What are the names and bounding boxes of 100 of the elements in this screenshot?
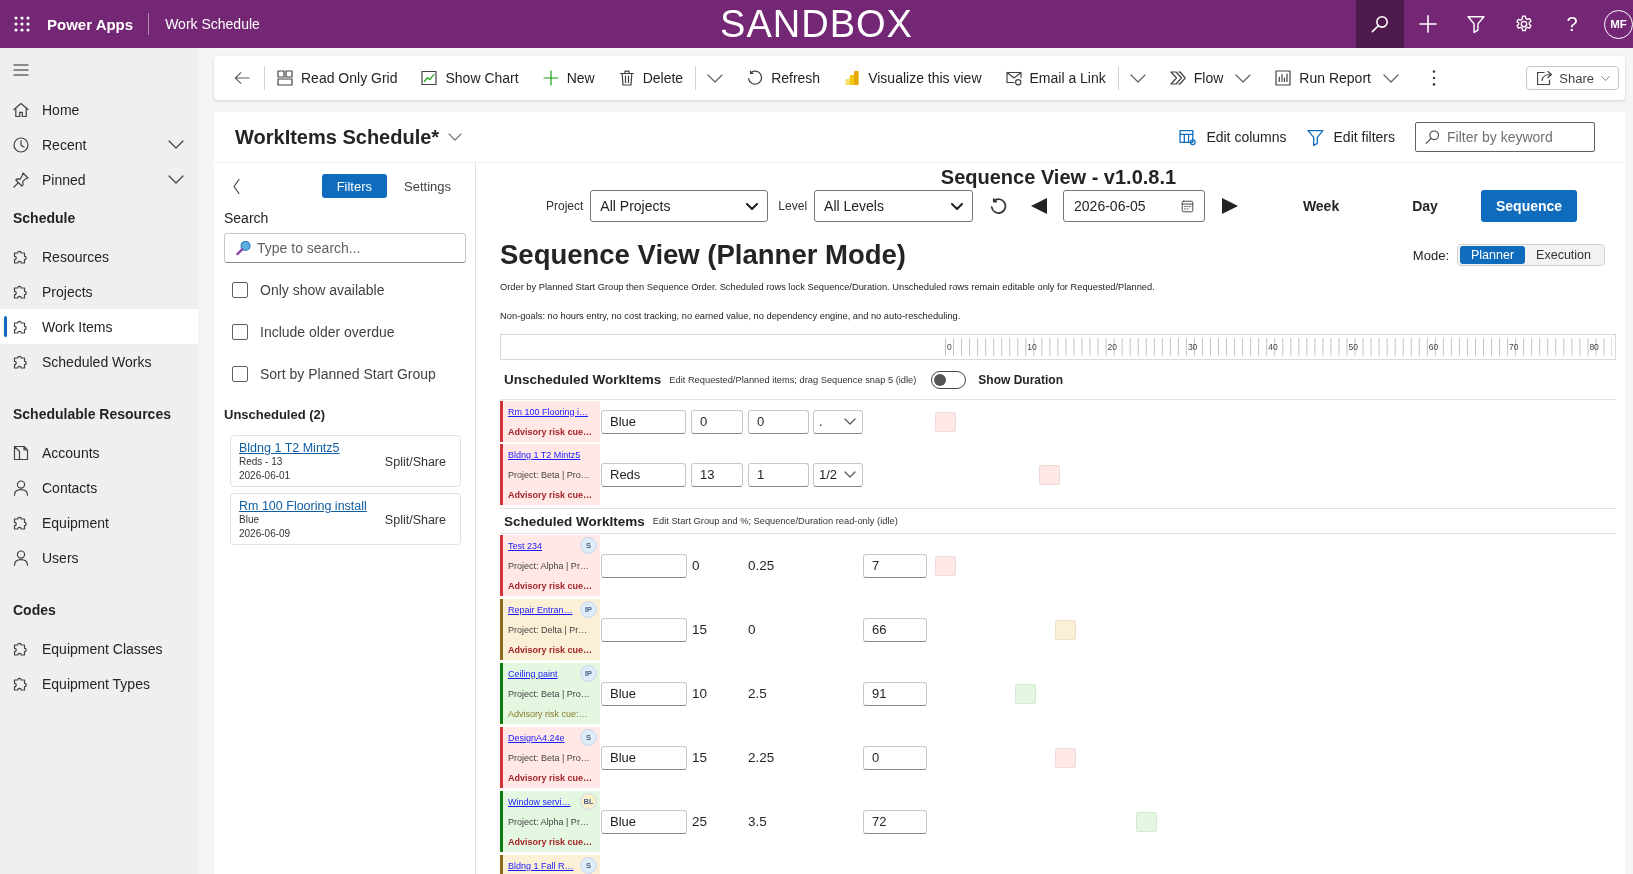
nav-item[interactable]: Equipment bbox=[0, 505, 198, 540]
panel-tab[interactable]: Filters bbox=[321, 174, 387, 198]
percent-field[interactable]: 72 bbox=[863, 809, 927, 834]
view-title[interactable]: WorkItems Schedule* bbox=[235, 125, 440, 149]
percent-field[interactable]: 66 bbox=[863, 617, 927, 642]
fraction-select[interactable]: . bbox=[813, 409, 863, 434]
more-options-icon[interactable] bbox=[1431, 70, 1436, 86]
work-item-link[interactable]: Bldng 1 T2 Mintz5 bbox=[508, 449, 581, 460]
start-group-field[interactable] bbox=[601, 553, 687, 578]
triangle-right-icon[interactable] bbox=[1222, 197, 1239, 215]
nav-item[interactable]: Accounts bbox=[0, 435, 198, 470]
chevron-down-icon[interactable] bbox=[168, 175, 184, 184]
start-group-field[interactable] bbox=[601, 617, 687, 642]
work-item-link[interactable]: Bldng 1 T2 Mintz5 bbox=[239, 441, 340, 455]
work-item-link[interactable]: Window servi… bbox=[508, 796, 571, 807]
work-item-link[interactable]: Bldng 1 Fall R… bbox=[508, 860, 574, 871]
split-share-button[interactable]: Split/Share bbox=[384, 513, 446, 527]
share-button[interactable]: Share bbox=[1526, 66, 1619, 90]
work-item-link[interactable]: Rm 100 Flooring install bbox=[239, 499, 367, 513]
checkbox-label[interactable]: Sort by Planned Start Group bbox=[260, 366, 436, 382]
chevron-left-icon[interactable] bbox=[233, 178, 240, 194]
start-group-field[interactable]: Blue bbox=[601, 681, 687, 706]
nav-item[interactable]: Home bbox=[0, 92, 198, 127]
timeline-marker[interactable] bbox=[1039, 464, 1061, 485]
start-group-field[interactable]: Blue bbox=[601, 745, 687, 770]
work-item-link[interactable]: Ceiling paint bbox=[508, 668, 558, 679]
timeline-marker[interactable] bbox=[1055, 619, 1077, 640]
keyword-filter-field[interactable]: Filter by keyword bbox=[1415, 122, 1595, 152]
duration-field[interactable]: 1 bbox=[748, 462, 809, 487]
checkbox[interactable] bbox=[232, 366, 248, 382]
toolbar-button[interactable]: Run Report bbox=[1263, 56, 1411, 100]
date-field[interactable]: 2026-06-05 bbox=[1063, 190, 1206, 222]
panel-tab[interactable]: Settings bbox=[389, 174, 466, 198]
sequence-field[interactable]: 0 bbox=[691, 409, 743, 434]
plus-icon[interactable] bbox=[1419, 15, 1437, 33]
work-item-link[interactable]: Test 234 bbox=[508, 540, 543, 551]
toolbar-button[interactable]: Refresh bbox=[735, 56, 833, 100]
nav-item[interactable]: Scheduled Works bbox=[0, 344, 198, 379]
timeline-marker[interactable] bbox=[1015, 683, 1037, 704]
toolbar-button[interactable]: New bbox=[530, 56, 607, 100]
app-launcher-icon[interactable] bbox=[14, 16, 30, 32]
edit-filters-button[interactable]: Edit filters bbox=[1306, 128, 1395, 146]
nav-item[interactable]: Recent bbox=[0, 127, 198, 162]
nav-item[interactable]: Projects bbox=[0, 274, 198, 309]
work-item-link[interactable]: Repair Entran… bbox=[508, 604, 573, 615]
chevron-down-icon[interactable] bbox=[168, 140, 184, 149]
search-button[interactable] bbox=[1356, 0, 1404, 48]
toolbar-button[interactable]: Flow bbox=[1157, 56, 1264, 100]
refresh-icon[interactable] bbox=[990, 197, 1008, 215]
sequence-field[interactable]: 13 bbox=[691, 462, 743, 487]
filter-icon[interactable] bbox=[1467, 15, 1485, 33]
chevron-down-icon[interactable] bbox=[707, 73, 724, 83]
chevron-down-icon[interactable] bbox=[448, 133, 463, 141]
mode-option[interactable]: Planner bbox=[1460, 246, 1526, 264]
nav-item[interactable]: Resources bbox=[0, 239, 198, 274]
percent-field[interactable]: 7 bbox=[863, 553, 927, 578]
toolbar-button[interactable]: Visualize this view bbox=[832, 56, 994, 100]
help-button[interactable]: ? bbox=[1563, 12, 1581, 36]
timeline-marker[interactable] bbox=[935, 411, 956, 432]
checkbox[interactable] bbox=[232, 282, 248, 298]
mode-option[interactable]: Execution bbox=[1525, 246, 1602, 264]
timeline-marker[interactable] bbox=[1055, 747, 1077, 768]
toolbar-button[interactable]: Delete bbox=[606, 56, 696, 100]
duration-field[interactable]: 0 bbox=[748, 409, 809, 434]
timeline-marker[interactable] bbox=[935, 555, 956, 576]
search-field[interactable]: Type to search... bbox=[224, 233, 466, 263]
checkbox-label[interactable]: Include older overdue bbox=[260, 324, 395, 340]
toolbar-button[interactable]: Show Chart bbox=[409, 56, 531, 100]
nav-item[interactable]: Equipment Classes bbox=[0, 631, 198, 666]
timeline-marker[interactable] bbox=[1135, 811, 1157, 832]
fraction-select[interactable]: 1/2 bbox=[813, 462, 863, 487]
chevron-down-icon[interactable] bbox=[1129, 73, 1146, 83]
start-group-field[interactable]: Blue bbox=[601, 409, 686, 434]
nav-item[interactable]: Users bbox=[0, 540, 198, 575]
nav-item[interactable]: Pinned bbox=[0, 162, 198, 197]
split-share-button[interactable]: Split/Share bbox=[384, 455, 446, 469]
nav-item[interactable]: Equipment Types bbox=[0, 666, 198, 701]
level-select[interactable]: All Levels bbox=[814, 190, 974, 222]
app-name[interactable]: Power Apps bbox=[47, 15, 134, 33]
settings-icon[interactable] bbox=[1515, 15, 1533, 33]
start-group-field[interactable]: Blue bbox=[601, 809, 687, 834]
nav-item[interactable]: Work Items bbox=[0, 309, 198, 344]
back-arrow-icon[interactable] bbox=[234, 70, 250, 86]
percent-field[interactable]: 91 bbox=[863, 681, 927, 706]
work-item-link[interactable]: Rm 100 Flooring i… bbox=[508, 406, 589, 417]
edit-columns-button[interactable]: Edit columns bbox=[1179, 128, 1287, 146]
toolbar-button[interactable]: Email a Link bbox=[993, 56, 1118, 100]
view-mode-button[interactable]: Sequence bbox=[1481, 190, 1578, 222]
toolbar-button[interactable]: Read Only Grid bbox=[265, 56, 410, 100]
nav-item[interactable]: Contacts bbox=[0, 470, 198, 505]
checkbox-label[interactable]: Only show available bbox=[260, 282, 385, 298]
percent-field[interactable]: 0 bbox=[863, 745, 927, 770]
checkbox[interactable] bbox=[232, 324, 248, 340]
view-mode-button[interactable]: Week bbox=[1273, 190, 1370, 222]
work-item-link[interactable]: DesignA4.24e bbox=[508, 732, 565, 743]
view-mode-button[interactable]: Day bbox=[1377, 190, 1474, 222]
triangle-left-icon[interactable] bbox=[1031, 197, 1048, 215]
project-select[interactable]: All Projects bbox=[590, 190, 769, 222]
start-group-field[interactable]: Reds bbox=[601, 462, 686, 487]
menu-icon[interactable] bbox=[13, 64, 29, 76]
